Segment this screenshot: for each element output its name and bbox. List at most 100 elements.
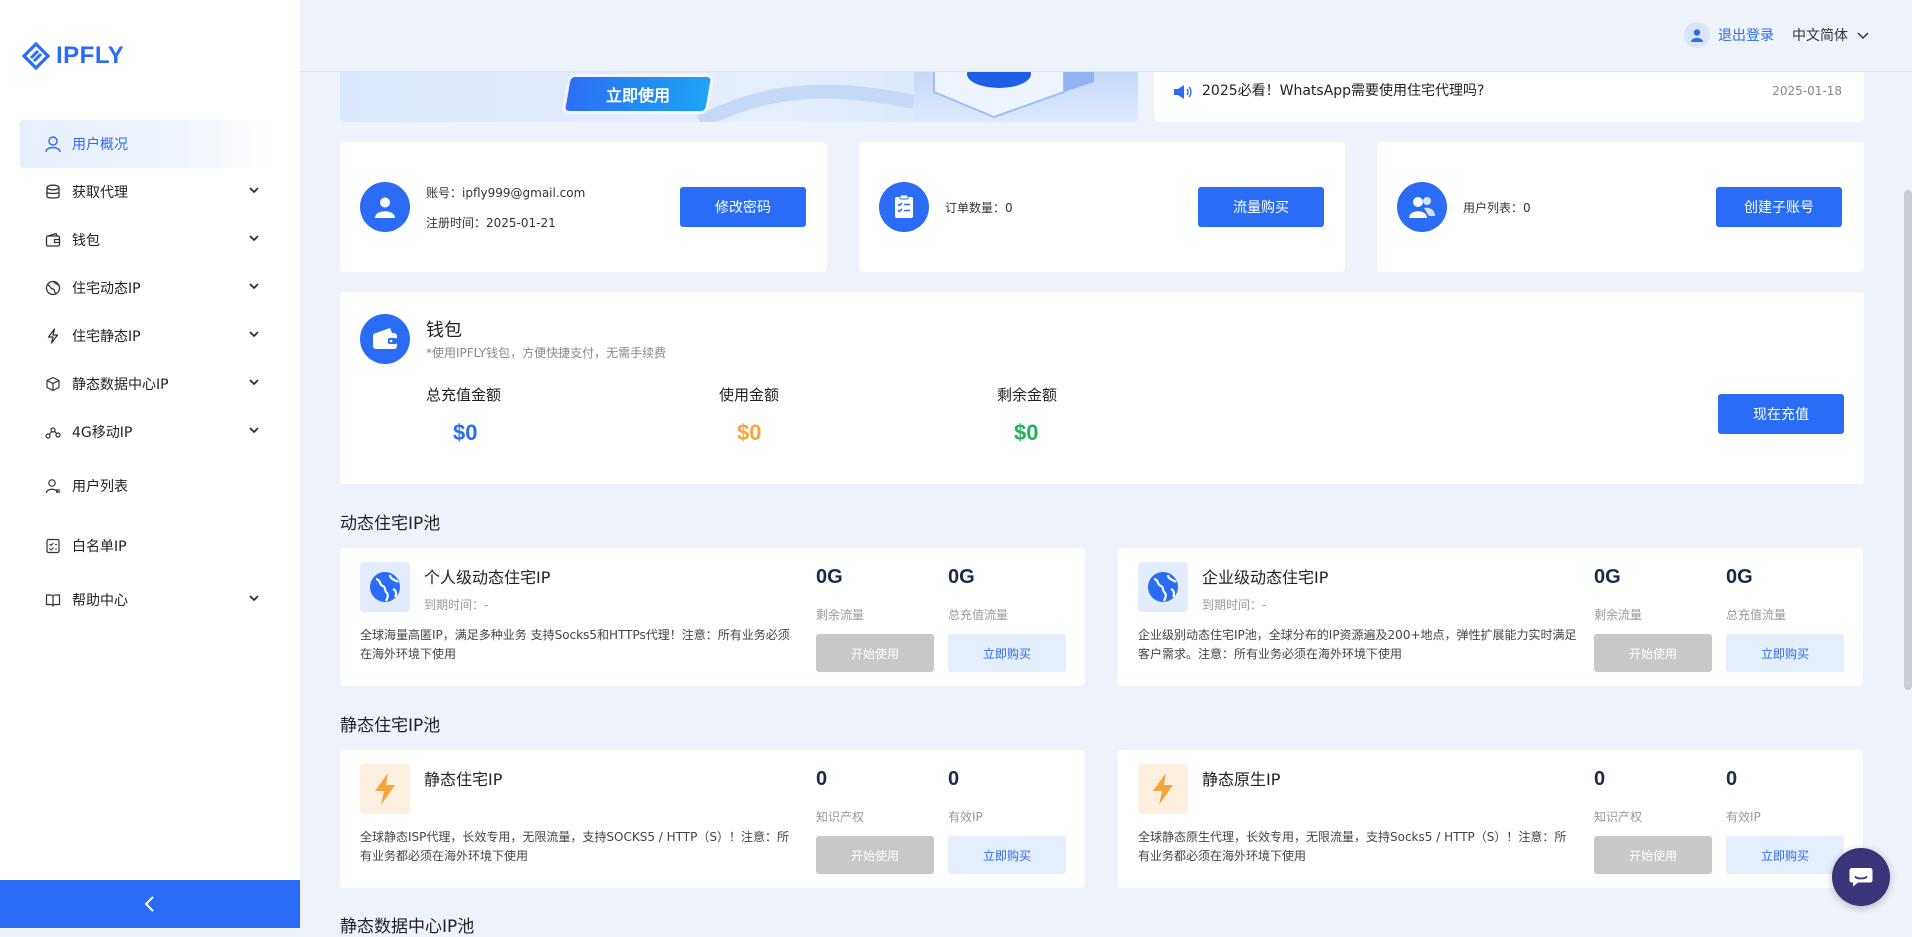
sidebar-item-get-proxy[interactable]: 获取代理 — [20, 168, 270, 216]
top-header: 退出登录 中文简体 — [300, 0, 1912, 72]
start-using-button[interactable]: 开始使用 — [1594, 634, 1712, 672]
pool-description: 企业级别动态住宅IP池，全球分布的IP资源遍及200+地点，弹性扩展能力实时满足… — [1138, 628, 1577, 661]
sidebar-collapse-button[interactable] — [0, 880, 300, 928]
sidebar-menu: 用户概况 获取代理 钱包 住宅动态IP 住宅静态IP 静态数据中心IP 4G移动… — [20, 120, 270, 624]
user-avatar-icon — [1691, 29, 1703, 42]
sidebar-item-label: 帮助中心 — [72, 593, 128, 609]
start-using-button[interactable]: 开始使用 — [816, 836, 934, 874]
dynamic-pool-title: 动态住宅IP池 — [340, 514, 441, 534]
chevron-down-icon — [249, 595, 259, 602]
sidebar-item-user-list[interactable]: 用户列表 — [20, 462, 270, 510]
used-amount-label: 使用金额 — [719, 386, 780, 404]
chat-icon — [1849, 868, 1873, 887]
start-using-button[interactable]: 开始使用 — [1594, 836, 1712, 874]
start-using-button[interactable]: 开始使用 — [816, 634, 934, 672]
valid-ip-label: 有效IP — [948, 810, 983, 824]
pool-description: 全球静态原生代理，长效专用，无限流量，支持Socks5 / HTTP（S）！注意… — [1138, 830, 1567, 863]
static-pool-title: 静态住宅IP池 — [340, 716, 441, 736]
sidebar-item-label: 住宅静态IP — [72, 329, 141, 345]
valid-ip-label: 有效IP — [1726, 810, 1761, 824]
static-residential-ip-card: 静态住宅IP 全球静态ISP代理，长效专用，无限流量，支持SOCKS5 / HT… — [340, 750, 1085, 888]
personal-dynamic-ip-card: 个人级动态住宅IP 到期时间：- 全球海量高匿IP，满足多种业务 支持Socks… — [340, 548, 1085, 686]
chat-support-button[interactable] — [1832, 848, 1890, 906]
language-selector[interactable]: 中文简体 — [1792, 25, 1870, 45]
total-recharge-label: 总充值金额 — [426, 386, 502, 404]
remaining-traffic-label: 剩余流量 — [1594, 608, 1643, 622]
enterprise-dynamic-ip-card: 企业级动态住宅IP 到期时间：- 企业级别动态住宅IP池，全球分布的IP资源遍及… — [1118, 548, 1863, 686]
chevron-down-icon — [249, 235, 259, 242]
valid-ip-value: 0 — [948, 768, 960, 790]
users-card: 用户列表：0 创建子账号 — [1377, 142, 1864, 272]
chevron-down-icon — [249, 427, 259, 434]
ipfly-logo-icon — [22, 42, 50, 70]
total-recharge-value: $0 — [453, 420, 478, 445]
pool-description: 全球静态ISP代理，长效专用，无限流量，支持SOCKS5 / HTTP（S）！注… — [360, 830, 789, 863]
logout-link[interactable]: 退出登录 — [1718, 25, 1774, 45]
sidebar-item-wallet[interactable]: 钱包 — [20, 216, 270, 264]
megaphone-icon — [1174, 85, 1192, 99]
pool-name: 静态住宅IP — [424, 770, 503, 789]
sidebar-item-label: 钱包 — [72, 233, 100, 249]
news-title[interactable]: 2025必看！WhatsApp需要使用住宅代理吗? — [1202, 80, 1485, 100]
sidebar-item-whitelist-ip[interactable]: 白名单IP — [20, 522, 270, 570]
buy-now-button[interactable]: 立即购买 — [1726, 836, 1844, 874]
remaining-amount-label: 剩余金额 — [997, 386, 1058, 404]
account-card: 账号：ipfly999@gmail.com 注册时间：2025-01-21 修改… — [340, 142, 827, 272]
create-sub-account-button[interactable]: 创建子账号 — [1716, 187, 1842, 227]
promo-banner[interactable]: 立即使用 — [340, 72, 1138, 122]
pool-expiry: 到期时间：- — [1202, 598, 1267, 612]
cube-icon — [44, 375, 62, 393]
use-now-label: 立即使用 — [605, 86, 670, 105]
lightning-icon — [44, 327, 62, 345]
book-icon — [44, 591, 62, 609]
ip-rights-label: 知识产权 — [1594, 810, 1643, 824]
sidebar-item-4g-mobile-ip[interactable]: 4G移动IP — [20, 408, 270, 456]
wallet-card: 钱包 *使用IPFLY钱包，方便快捷支付，无需手续费 总充值金额 $0 使用金额… — [340, 292, 1864, 484]
total-traffic-label: 总充值流量 — [948, 608, 1009, 622]
change-password-button[interactable]: 修改密码 — [680, 187, 806, 227]
recharge-now-button[interactable]: 现在充值 — [1718, 394, 1844, 434]
sidebar-item-label: 住宅动态IP — [72, 281, 141, 297]
valid-ip-value: 0 — [1726, 768, 1738, 790]
page-scrollbar[interactable] — [1904, 190, 1912, 690]
pool-name: 企业级动态住宅IP — [1202, 568, 1329, 587]
buy-now-button[interactable]: 立即购买 — [948, 634, 1066, 672]
buy-now-button[interactable]: 立即购买 — [1726, 634, 1844, 672]
sidebar-item-label: 静态数据中心IP — [72, 377, 169, 393]
sidebar-item-label: 4G移动IP — [72, 425, 133, 441]
users-icon — [1397, 182, 1447, 232]
ip-rights-value: 0 — [816, 768, 828, 790]
user-list-icon — [44, 477, 62, 495]
checklist-icon — [44, 537, 62, 555]
sidebar-item-dynamic-residential-ip[interactable]: 住宅动态IP — [20, 264, 270, 312]
news-ticker[interactable]: 2025必看！WhatsApp需要使用住宅代理吗? 2025-01-18 — [1154, 72, 1864, 122]
buy-traffic-button[interactable]: 流量购买 — [1198, 187, 1324, 227]
avatar[interactable] — [1684, 22, 1710, 48]
use-now-button[interactable]: 立即使用 — [565, 77, 711, 111]
chevron-down-icon — [249, 283, 259, 290]
total-traffic-value: 0G — [948, 566, 975, 588]
ipfly-logo[interactable]: IPFLY — [22, 42, 124, 70]
pool-expiry: 到期时间：- — [424, 598, 489, 612]
header-actions: 退出登录 中文简体 — [1684, 22, 1870, 48]
ip-rights-label: 知识产权 — [816, 810, 865, 824]
database-icon — [44, 183, 62, 201]
lightning-icon — [360, 764, 410, 814]
sidebar-item-static-datacenter-ip[interactable]: 静态数据中心IP — [20, 360, 270, 408]
lightning-icon — [1138, 764, 1188, 814]
buy-now-button[interactable]: 立即购买 — [948, 836, 1066, 874]
wallet-title: 钱包 — [426, 320, 462, 341]
order-count: 订单数量：0 — [945, 201, 1013, 215]
wallet-icon — [360, 314, 410, 364]
wallet-subtitle: *使用IPFLY钱包，方便快捷支付，无需手续费 — [426, 346, 667, 360]
remaining-amount-value: $0 — [1014, 420, 1039, 445]
ip-rights-value: 0 — [1594, 768, 1606, 790]
news-date: 2025-01-18 — [1772, 84, 1842, 98]
language-label: 中文简体 — [1792, 28, 1848, 44]
sidebar-item-user-overview[interactable]: 用户概况 — [20, 120, 270, 168]
chevron-left-icon — [144, 896, 154, 912]
sidebar-item-static-residential-ip[interactable]: 住宅静态IP — [20, 312, 270, 360]
sidebar-item-help-center[interactable]: 帮助中心 — [20, 576, 270, 624]
network-icon — [44, 423, 62, 441]
clipboard-icon — [879, 182, 929, 232]
